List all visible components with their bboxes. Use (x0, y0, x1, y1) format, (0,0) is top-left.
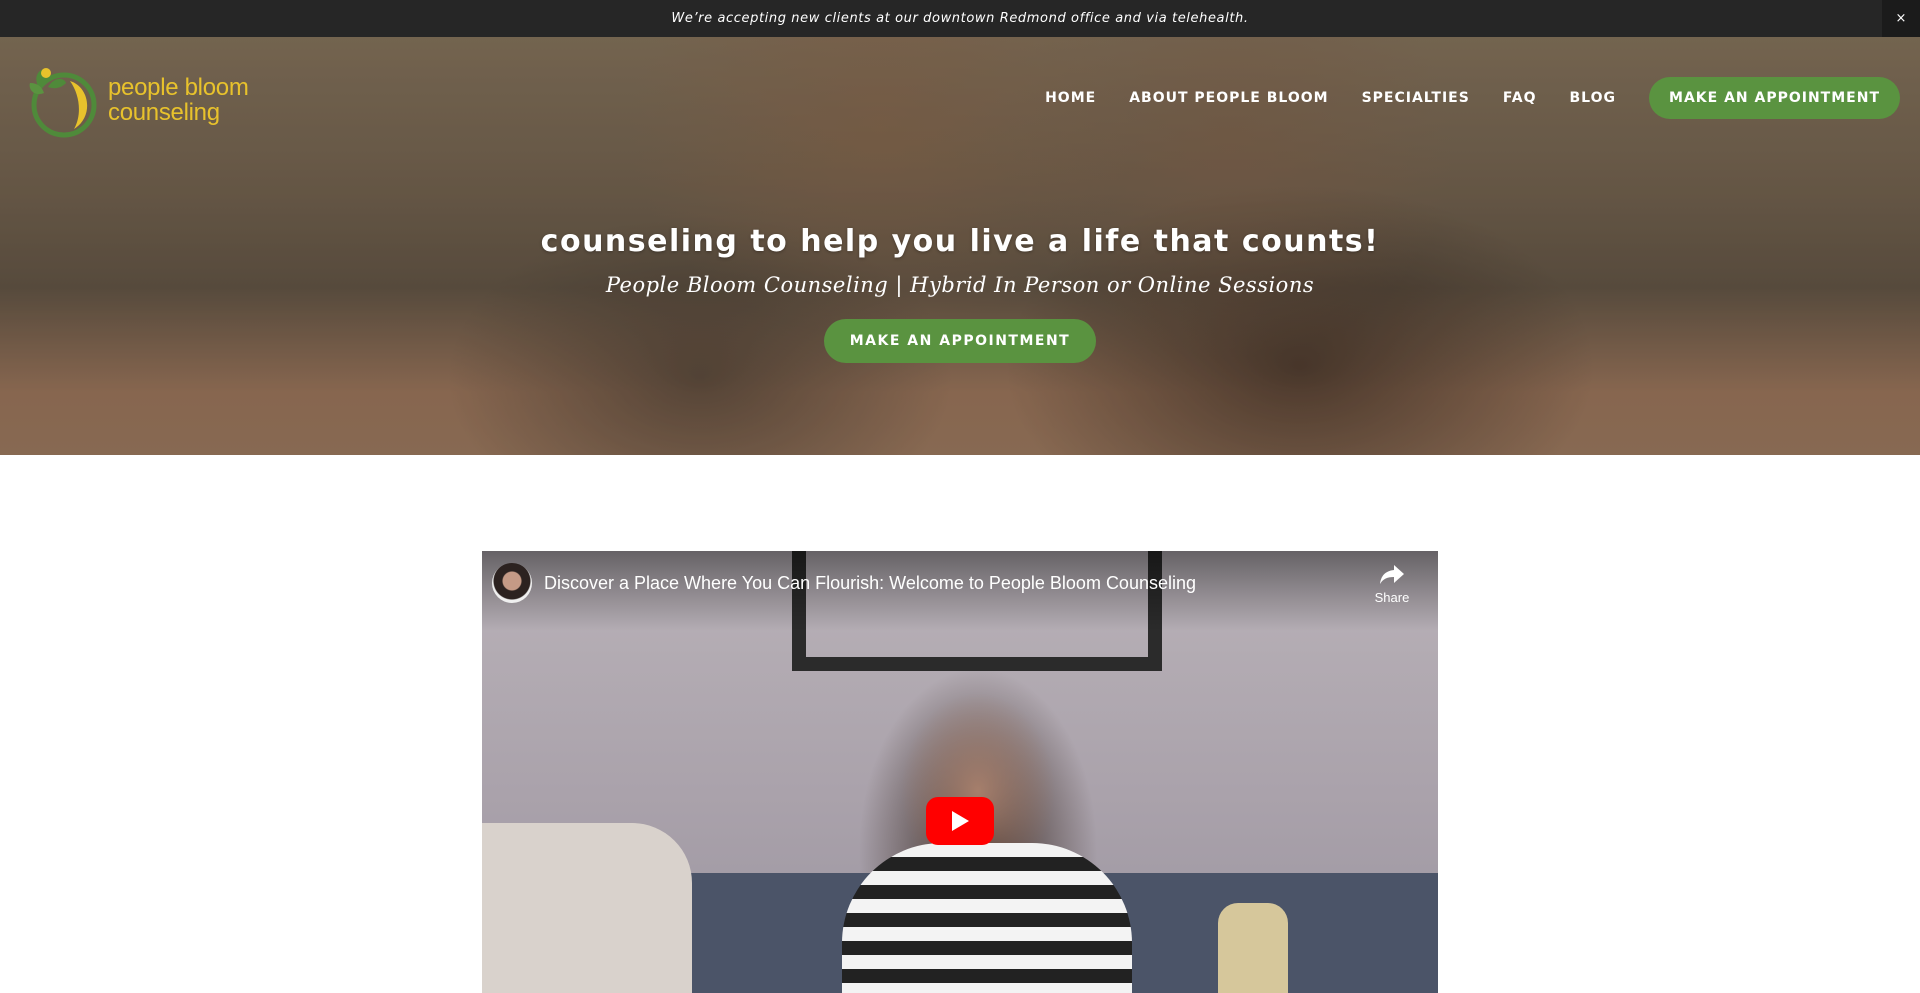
hero-subtitle: People Bloom Counseling | Hybrid In Pers… (605, 273, 1315, 297)
logo-line-2: counseling (108, 99, 220, 126)
nav-about[interactable]: ABOUT PEOPLE BLOOM (1129, 90, 1328, 106)
share-arrow-icon (1380, 565, 1404, 584)
video-pillow-right (1218, 903, 1288, 993)
main-nav: HOME ABOUT PEOPLE BLOOM SPECIALTIES FAQ … (1045, 77, 1900, 119)
site-logo[interactable]: people bloom counseling (20, 59, 249, 141)
hero-banner: people bloom counseling HOME ABOUT PEOPL… (0, 37, 1920, 455)
youtube-video-embed[interactable]: Discover a Place Where You Can Flourish:… (482, 551, 1438, 993)
logo-flower-icon (29, 68, 97, 138)
nav-appointment-button[interactable]: MAKE AN APPOINTMENT (1649, 77, 1900, 119)
nav-home[interactable]: HOME (1045, 90, 1096, 106)
video-person (842, 843, 1132, 993)
youtube-play-icon (952, 811, 969, 831)
nav-faq[interactable]: FAQ (1503, 90, 1537, 106)
share-button[interactable]: Share (1372, 563, 1412, 605)
play-button[interactable] (926, 797, 994, 845)
hero-appointment-button[interactable]: MAKE AN APPOINTMENT (823, 319, 1097, 363)
hero-title: counseling to help you live a life that … (540, 224, 1380, 259)
video-pillow-left (482, 823, 692, 993)
video-title[interactable]: Discover a Place Where You Can Flourish:… (544, 573, 1196, 594)
announcement-bar: We’re accepting new clients at our downt… (0, 0, 1920, 37)
channel-avatar[interactable] (492, 563, 532, 603)
share-label: Share (1374, 590, 1410, 605)
hero-content: counseling to help you live a life that … (0, 224, 1920, 363)
logo-wordmark: people bloom counseling (108, 75, 249, 125)
announcement-close-button[interactable]: × (1882, 0, 1920, 37)
nav-blog[interactable]: BLOG (1570, 90, 1617, 106)
nav-specialties[interactable]: SPECIALTIES (1362, 90, 1470, 106)
announcement-text: We’re accepting new clients at our downt… (671, 11, 1249, 26)
logo-line-1: people bloom (108, 74, 249, 101)
